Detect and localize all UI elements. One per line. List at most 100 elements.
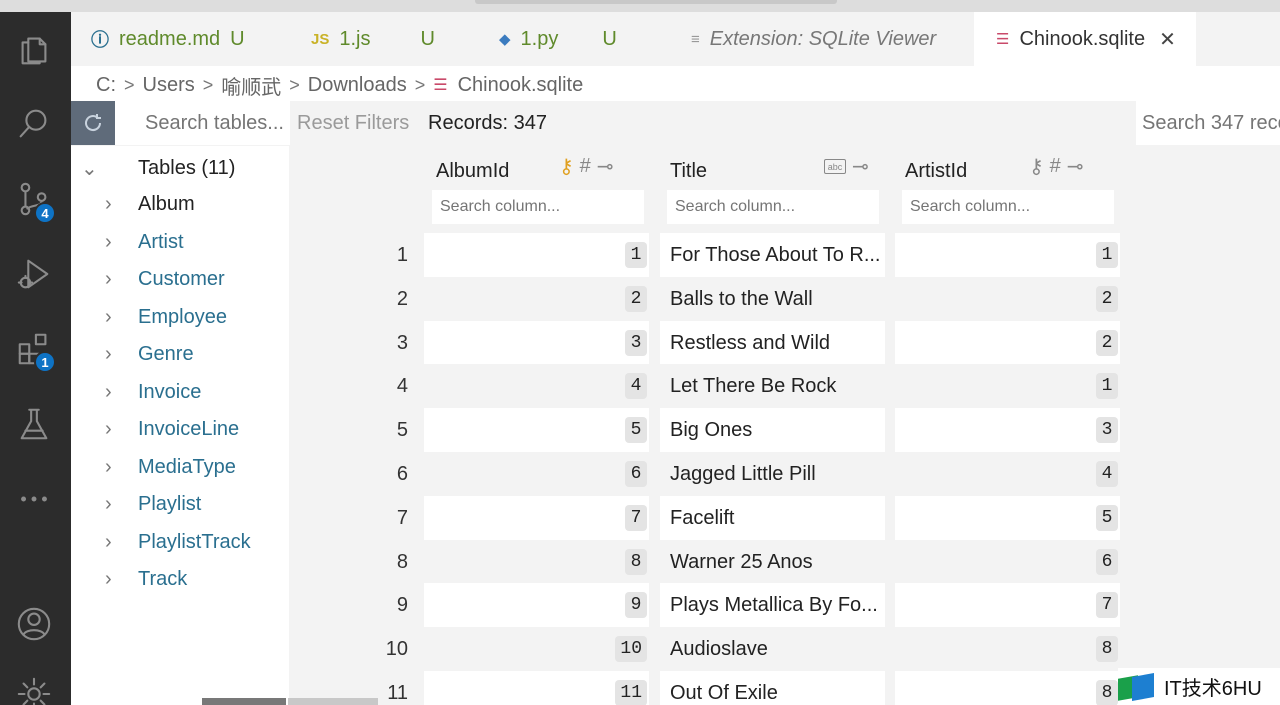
watermark: IT技术6HU — [1118, 668, 1280, 705]
row-index: 7 — [396, 506, 408, 529]
title-cell[interactable]: Restless and Wild — [660, 320, 885, 365]
reset-filters-button[interactable]: Reset Filters — [291, 101, 416, 145]
albumid-cell[interactable]: 6 — [424, 452, 649, 496]
table-row[interactable]: 3 3 Restless and Wild 2 — [289, 320, 1280, 365]
records-grid: AlbumId ⚷ # ⊸ Title abc ⊸ ArtistId ⚷ # ⊸… — [289, 146, 1280, 705]
artistid-cell[interactable]: 1 — [895, 233, 1120, 277]
column-header-artistid[interactable]: ArtistId — [905, 156, 967, 186]
artistid-cell[interactable]: 8 — [895, 627, 1120, 672]
table-row[interactable]: 10 10 Audioslave 8 — [289, 627, 1280, 672]
column-icons: ⚷ # ⊸ — [1029, 154, 1084, 179]
tree-item-label: Track — [138, 567, 188, 590]
table-row[interactable]: 8 8 Warner 25 Anos 6 — [289, 539, 1280, 584]
horizontal-scrollbar-thumb[interactable] — [202, 698, 286, 705]
close-icon[interactable]: ✕ — [1159, 27, 1176, 52]
title-cell[interactable]: Plays Metallica By Fo... — [660, 583, 885, 628]
search-records-input[interactable] — [1136, 101, 1280, 145]
title-cell[interactable]: For Those About To R... — [660, 233, 885, 277]
albumid-cell[interactable]: 7 — [424, 495, 649, 540]
table-row[interactable]: 7 7 Facelift 5 — [289, 495, 1280, 540]
artistid-cell[interactable]: 2 — [895, 276, 1120, 321]
artistid-cell[interactable]: 5 — [895, 495, 1120, 540]
tab-1-js[interactable]: JS 1.js U — [311, 12, 461, 66]
table-row[interactable]: 5 5 Big Ones 3 — [289, 408, 1280, 453]
database-icon: ☰ — [996, 31, 1010, 48]
title-search-input[interactable] — [667, 190, 879, 224]
title-cell[interactable]: Out Of Exile — [660, 671, 885, 705]
run-debug-icon[interactable] — [12, 252, 56, 296]
tree-item-mediatype[interactable]: › MediaType — [71, 452, 289, 482]
albumid-cell[interactable]: 4 — [424, 364, 649, 409]
albumid-cell[interactable]: 8 — [424, 539, 649, 584]
albumid-cell[interactable]: 10 — [424, 627, 649, 672]
tree-item-invoiceline[interactable]: › InvoiceLine — [71, 414, 289, 444]
tree-item-album[interactable]: › Album — [71, 189, 289, 219]
breadcrumb-item[interactable]: Chinook.sqlite — [458, 74, 584, 97]
search-icon[interactable] — [12, 102, 56, 146]
more-icon[interactable] — [12, 477, 56, 521]
albumid-cell[interactable]: 3 — [424, 320, 649, 365]
artistid-search-input[interactable] — [902, 190, 1114, 224]
albumid-cell[interactable]: 5 — [424, 408, 649, 453]
title-cell[interactable]: Let There Be Rock — [660, 364, 885, 409]
tab-status: U — [230, 27, 245, 50]
artistid-cell[interactable]: 6 — [895, 539, 1120, 584]
albumid-cell[interactable]: 11 — [424, 671, 649, 705]
tab-status: U — [602, 27, 617, 50]
tab-chinook-sqlite[interactable]: ☰ Chinook.sqlite ✕ — [974, 12, 1196, 66]
artistid-cell[interactable]: 1 — [895, 364, 1120, 409]
window-top-strip — [0, 0, 1280, 12]
tree-item-playlisttrack[interactable]: › PlaylistTrack — [71, 527, 289, 557]
tree-item-artist[interactable]: › Artist — [71, 227, 289, 257]
breadcrumb-item[interactable]: C: — [96, 74, 116, 97]
title-cell[interactable]: Audioslave — [660, 627, 885, 672]
column-header-albumid[interactable]: AlbumId — [436, 156, 509, 186]
artistid-cell[interactable]: 3 — [895, 408, 1120, 453]
breadcrumb-item[interactable]: Users — [143, 74, 195, 97]
albumid-search-input[interactable] — [432, 190, 644, 224]
title-cell[interactable]: Balls to the Wall — [660, 276, 885, 321]
title-value: For Those About To R... — [670, 244, 881, 266]
tree-item-playlist[interactable]: › Playlist — [71, 489, 289, 519]
chevron-right-icon: › — [105, 492, 112, 515]
title-cell[interactable]: Facelift — [660, 495, 885, 540]
artistid-cell[interactable]: 8 — [895, 671, 1120, 705]
table-row[interactable]: 1 1 For Those About To R... 1 — [289, 233, 1280, 277]
pin-icon[interactable]: ⊸ — [1067, 154, 1084, 179]
breadcrumb-item[interactable]: 喻顺武 — [221, 71, 281, 100]
title-cell[interactable]: Big Ones — [660, 408, 885, 453]
tree-item-genre[interactable]: › Genre — [71, 339, 289, 369]
albumid-cell[interactable]: 1 — [424, 233, 649, 277]
albumid-cell[interactable]: 2 — [424, 276, 649, 321]
settings-gear-icon[interactable] — [12, 672, 56, 705]
artistid-cell[interactable]: 2 — [895, 320, 1120, 365]
table-row[interactable]: 2 2 Balls to the Wall 2 — [289, 276, 1280, 321]
title-value: Balls to the Wall — [670, 287, 813, 310]
tree-item-customer[interactable]: › Customer — [71, 264, 289, 294]
column-icons: abc ⊸ — [824, 154, 869, 179]
breadcrumb-item[interactable]: Downloads — [308, 74, 407, 97]
artistid-cell[interactable]: 4 — [895, 452, 1120, 496]
refresh-button[interactable] — [71, 101, 115, 145]
explorer-icon[interactable] — [12, 28, 56, 72]
horizontal-scrollbar-thumb[interactable] — [288, 698, 378, 705]
tab-extension-sqlite-viewer[interactable]: ≡ Extension: SQLite Viewer — [691, 12, 971, 66]
albumid-cell[interactable]: 9 — [424, 583, 649, 628]
column-header-title[interactable]: Title — [670, 156, 707, 186]
account-icon[interactable] — [12, 602, 56, 646]
tab-1-py[interactable]: ◆ 1.py U — [499, 12, 669, 66]
table-row[interactable]: 9 9 Plays Metallica By Fo... 7 — [289, 583, 1280, 628]
testing-flask-icon[interactable] — [12, 402, 56, 446]
title-cell[interactable]: Jagged Little Pill — [660, 452, 885, 496]
tab-readme[interactable]: ⓘ readme.md U — [91, 12, 291, 66]
tree-item-track[interactable]: › Track — [71, 564, 289, 594]
search-tables-input[interactable] — [115, 101, 290, 145]
title-cell[interactable]: Warner 25 Anos — [660, 539, 885, 584]
tree-item-employee[interactable]: › Employee — [71, 302, 289, 332]
tree-item-invoice[interactable]: › Invoice — [71, 377, 289, 407]
table-row[interactable]: 6 6 Jagged Little Pill 4 — [289, 452, 1280, 496]
table-row[interactable]: 4 4 Let There Be Rock 1 — [289, 364, 1280, 409]
artistid-cell[interactable]: 7 — [895, 583, 1120, 628]
pin-icon[interactable]: ⊸ — [852, 154, 869, 179]
pin-icon[interactable]: ⊸ — [597, 154, 614, 179]
